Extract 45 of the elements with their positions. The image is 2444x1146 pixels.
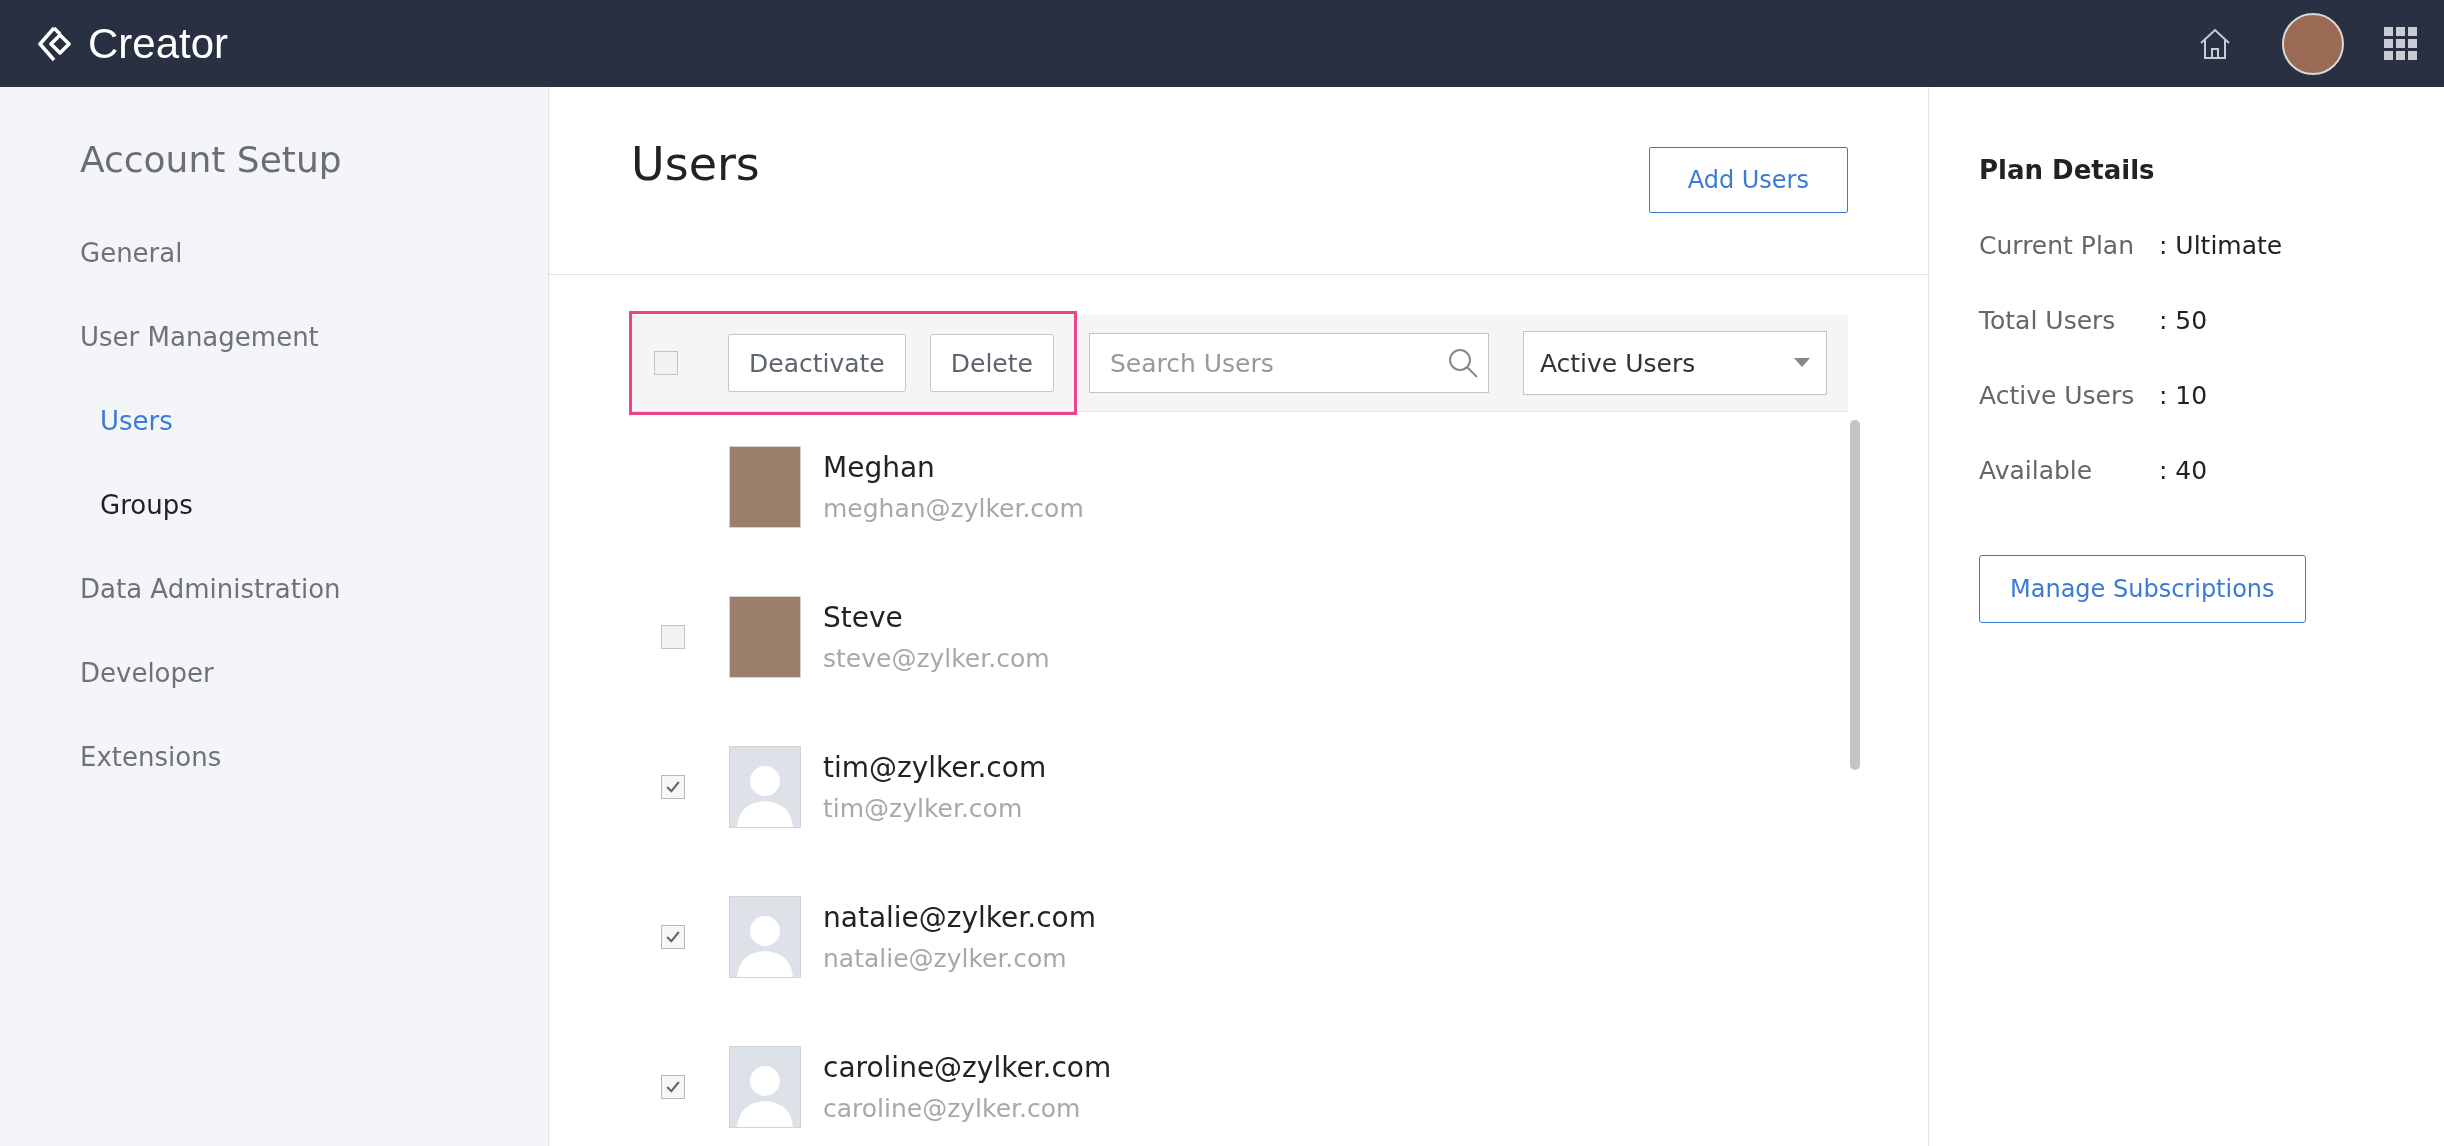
app-grid-icon[interactable] <box>2384 26 2418 61</box>
plan-value: : 50 <box>2159 306 2208 335</box>
user-email: meghan@zylker.com <box>823 494 1084 523</box>
search-field[interactable]: Search Users <box>1088 333 1489 393</box>
panel-title: Plan Details <box>1979 155 2156 185</box>
sidebar-item[interactable]: Data Administration <box>80 574 341 604</box>
user-name: Steve <box>823 601 904 634</box>
action-button[interactable]: Deactivate <box>728 334 906 392</box>
plan-label: Current Plan <box>1979 231 2136 260</box>
sidebar-item[interactable]: Developer <box>80 658 214 688</box>
add-users-button[interactable]: Add Users <box>1648 147 1848 213</box>
filter-dropdown[interactable]: Active Users <box>1522 331 1827 395</box>
user-email: tim@zylker.com <box>823 794 1024 823</box>
page-title: Users <box>631 137 760 191</box>
checkbox[interactable] <box>654 351 678 375</box>
manage-subscriptions-button[interactable]: Manage Subscriptions <box>1979 555 2306 623</box>
plan-label: Active Users <box>1979 381 2136 410</box>
user-name: tim@zylker.com <box>823 751 1047 784</box>
user-name: natalie@zylker.com <box>823 901 1096 934</box>
app-name: Creator <box>88 19 229 68</box>
sidebar-item[interactable]: User Management <box>80 322 319 352</box>
plan-value: : 10 <box>2159 381 2208 410</box>
plan-value: : 40 <box>2159 456 2208 485</box>
action-button[interactable]: Delete <box>929 334 1054 392</box>
search-icon <box>1446 347 1479 379</box>
sidebar-item[interactable]: General <box>80 238 183 268</box>
sidebar-item[interactable]: Groups <box>100 490 193 520</box>
user-name: caroline@zylker.com <box>823 1051 1112 1084</box>
checkbox[interactable] <box>661 775 685 799</box>
user-email: steve@zylker.com <box>823 644 1050 673</box>
plan-label: Available <box>1979 456 2094 485</box>
user-email: caroline@zylker.com <box>823 1094 1082 1123</box>
scrollbar[interactable] <box>1850 420 1860 770</box>
checkbox[interactable] <box>661 1075 685 1099</box>
caret-icon <box>1793 358 1810 368</box>
home-icon[interactable] <box>2198 26 2232 61</box>
plan-value: : Ultimate <box>2159 231 2283 260</box>
sidebar-item[interactable]: Users <box>100 406 173 436</box>
sidebar-item[interactable]: Extensions <box>80 742 222 772</box>
plan-label: Total Users <box>1979 306 2117 335</box>
sidebar-title: Account Setup <box>80 139 343 180</box>
user-name: Meghan <box>823 451 936 484</box>
user-email: natalie@zylker.com <box>823 944 1068 973</box>
checkbox[interactable] <box>661 625 685 649</box>
checkbox[interactable] <box>661 925 685 949</box>
